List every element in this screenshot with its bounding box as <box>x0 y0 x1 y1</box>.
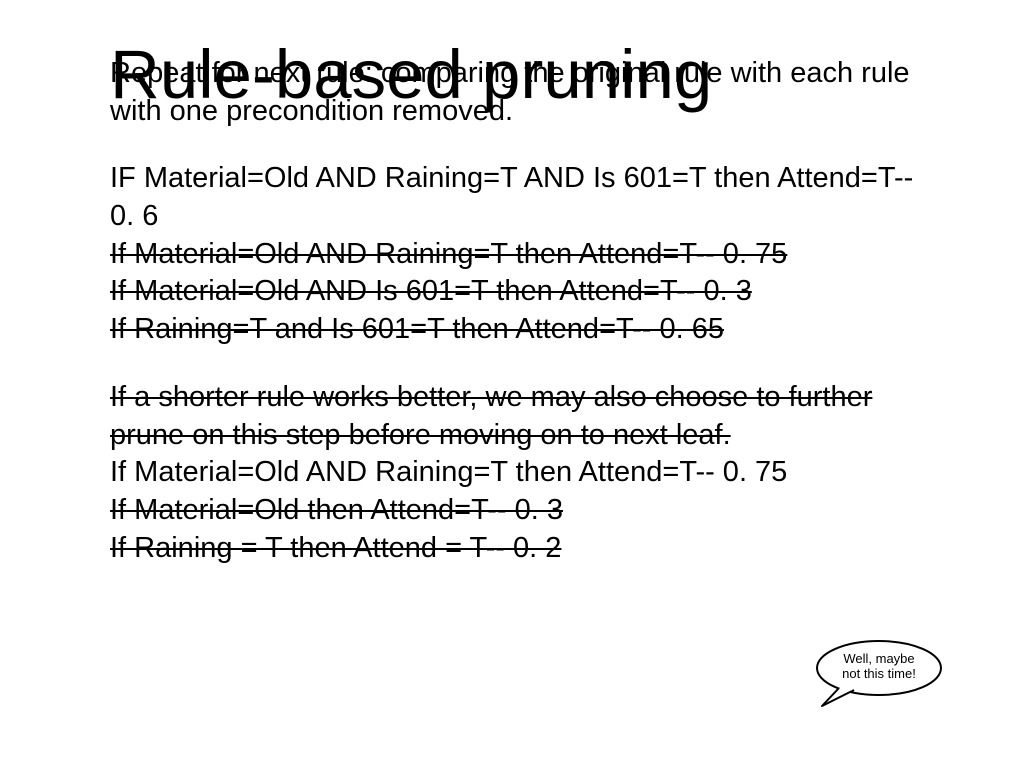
rule-block-2: If Material=Old AND Raining=T then Atten… <box>110 454 934 567</box>
slide-body: Repeat for next rule: comparing the orig… <box>110 55 934 567</box>
rule-line: If Material=Old AND Raining=T then Atten… <box>110 456 787 488</box>
rule-line-struck: If Material=Old AND Is 601=T then Attend… <box>110 275 752 307</box>
mid-paragraph: If a shorter rule works better, we may a… <box>110 379 934 454</box>
rule-line-struck: If Material=Old then Attend=T-- 0. 3 <box>110 494 563 526</box>
speech-bubble: Well, maybe not this time! <box>814 638 944 708</box>
slide-container: Rule-based pruning Repeat for next rule:… <box>0 0 1024 768</box>
speech-bubble-icon <box>814 638 944 708</box>
rule-line: IF Material=Old AND Raining=T AND Is 601… <box>110 162 913 232</box>
rule-line-struck: If Material=Old AND Raining=T then Atten… <box>110 238 787 270</box>
rule-line-struck: If Raining=T and Is 601=T then Attend=T-… <box>110 313 724 345</box>
speech-bubble-container: Well, maybe not this time! <box>814 638 944 708</box>
mid-text-struck: If a shorter rule works better, we may a… <box>110 381 872 451</box>
rule-block-1: IF Material=Old AND Raining=T AND Is 601… <box>110 160 934 348</box>
rule-line-struck: If Raining = T then Attend = T-- 0. 2 <box>110 532 561 564</box>
intro-paragraph: Repeat for next rule: comparing the orig… <box>110 55 934 130</box>
